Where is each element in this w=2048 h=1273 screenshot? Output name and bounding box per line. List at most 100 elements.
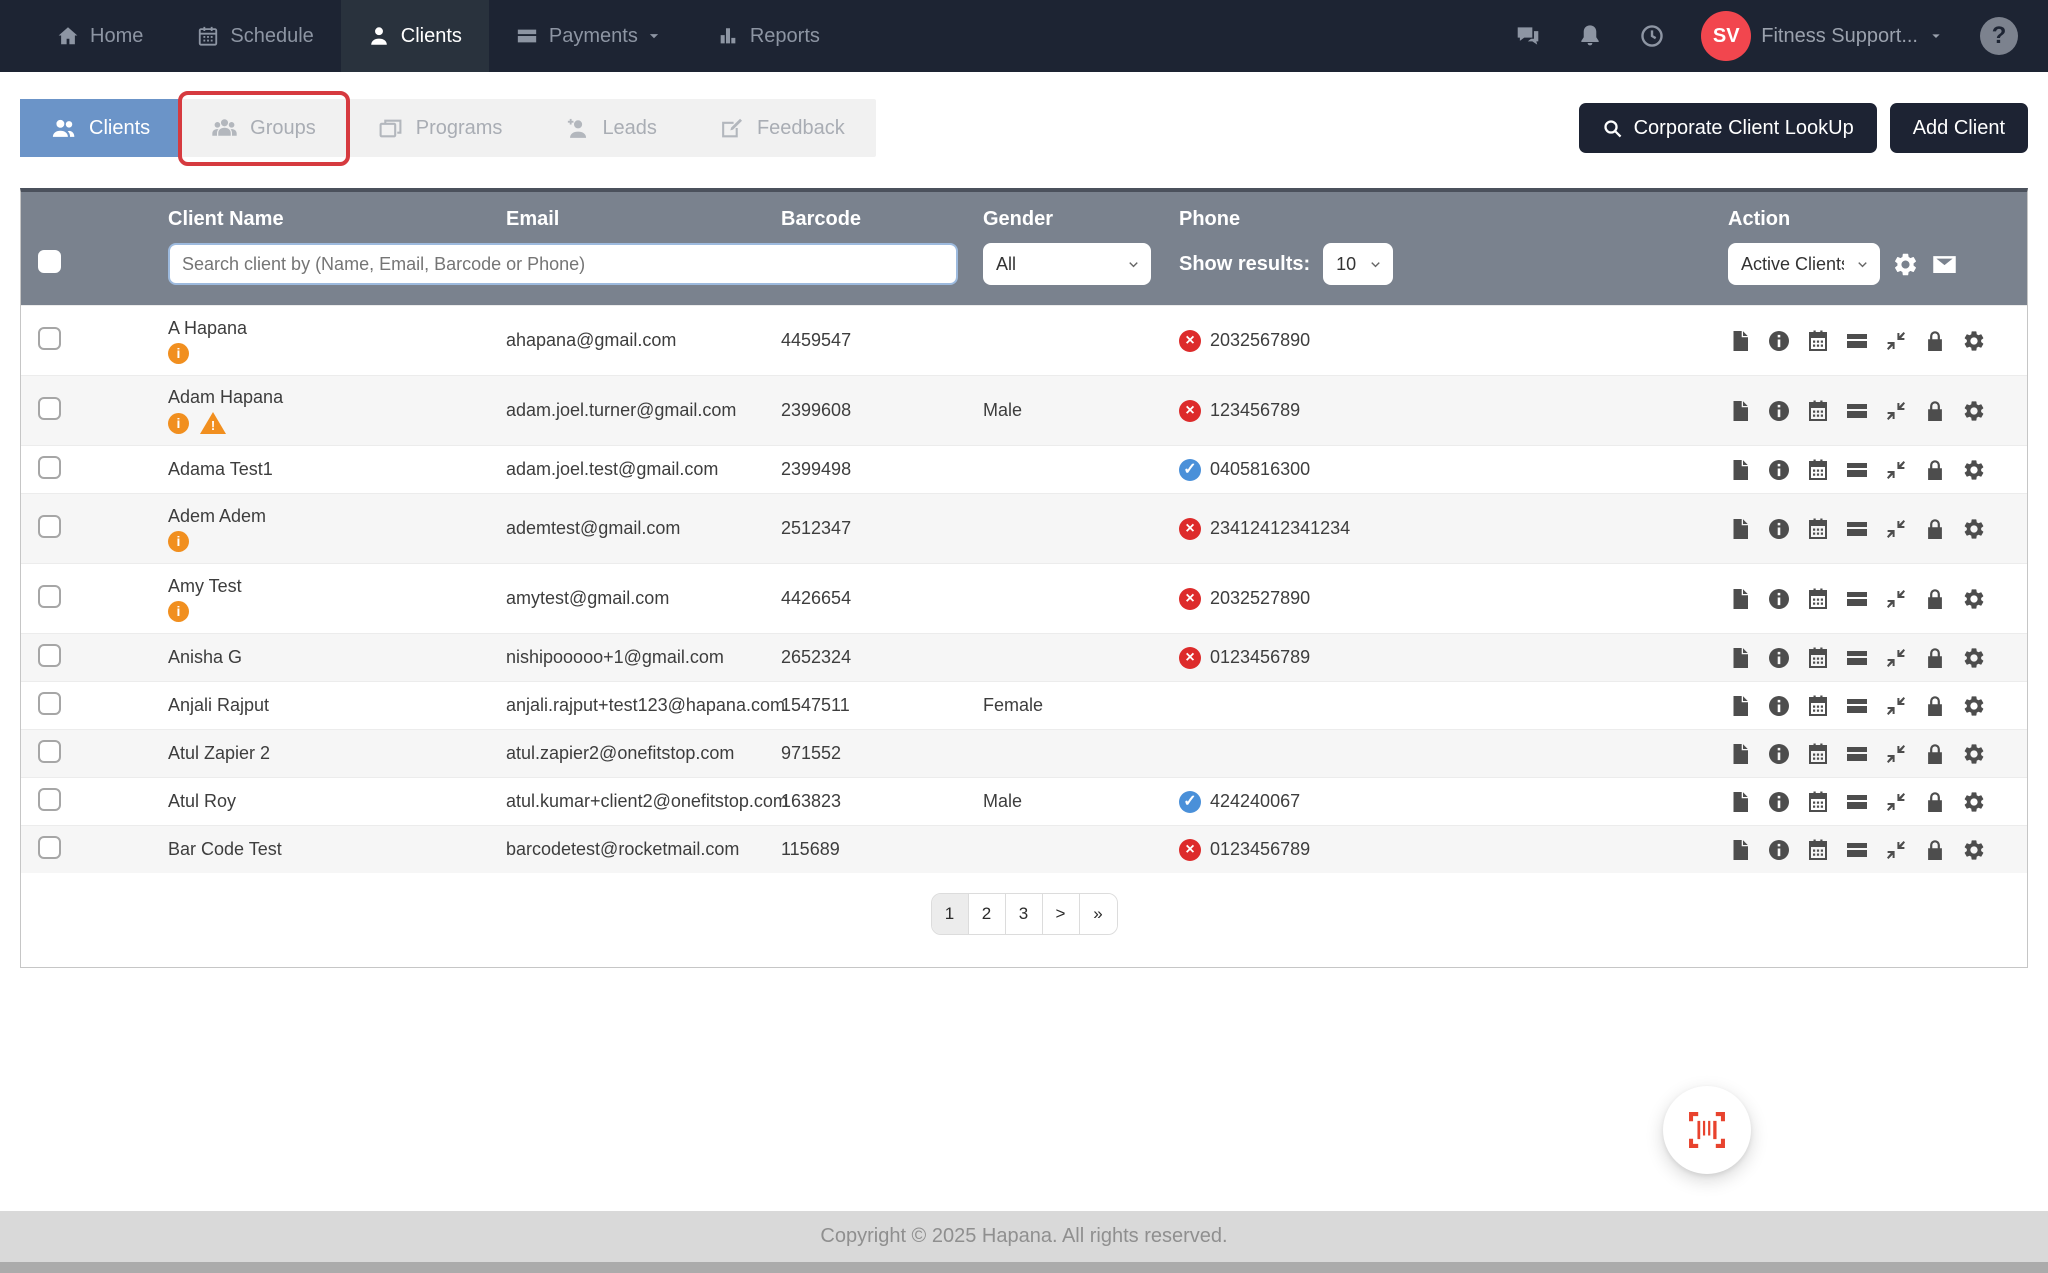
card-icon[interactable] [1845, 329, 1869, 353]
client-name[interactable]: Anisha G [168, 647, 242, 668]
calendar-icon[interactable] [1806, 399, 1830, 423]
help-icon[interactable]: ? [1980, 17, 2018, 55]
client-name[interactable]: Adama Test1 [168, 459, 273, 480]
info-circle-icon[interactable] [1767, 694, 1791, 718]
row-checkbox[interactable] [38, 326, 61, 350]
file-icon[interactable] [1728, 742, 1752, 766]
row-checkbox[interactable] [38, 787, 61, 811]
page-button-next[interactable]: > [1042, 894, 1080, 934]
file-icon[interactable] [1728, 329, 1752, 353]
email-envelope-icon[interactable] [1931, 251, 1958, 278]
account-menu[interactable]: SV Fitness Support... [1701, 11, 1944, 61]
lock-icon[interactable] [1923, 790, 1947, 814]
card-icon[interactable] [1845, 742, 1869, 766]
client-name[interactable]: Bar Code Test [168, 839, 282, 860]
calendar-icon[interactable] [1806, 742, 1830, 766]
calendar-icon[interactable] [1806, 694, 1830, 718]
tab-feedback[interactable]: Feedback [688, 99, 876, 157]
chat-icon[interactable] [1515, 23, 1541, 49]
calendar-icon[interactable] [1806, 646, 1830, 670]
row-checkbox[interactable] [38, 584, 61, 608]
compress-icon[interactable] [1884, 587, 1908, 611]
nav-item-reports[interactable]: Reports [690, 0, 847, 72]
client-name[interactable]: Adam Hapana [168, 387, 283, 408]
info-circle-icon[interactable] [1767, 329, 1791, 353]
compress-icon[interactable] [1884, 399, 1908, 423]
row-checkbox[interactable] [38, 514, 61, 538]
nav-item-home[interactable]: Home [30, 0, 170, 72]
gear-icon[interactable] [1962, 399, 1986, 423]
row-checkbox[interactable] [38, 396, 61, 420]
gear-icon[interactable] [1962, 742, 1986, 766]
info-badge-icon[interactable]: i [168, 530, 189, 552]
card-icon[interactable] [1845, 587, 1869, 611]
client-status-filter-select[interactable]: Active Clients [1728, 243, 1880, 285]
gear-icon[interactable] [1962, 517, 1986, 541]
card-icon[interactable] [1845, 399, 1869, 423]
calendar-icon[interactable] [1806, 838, 1830, 862]
file-icon[interactable] [1728, 399, 1752, 423]
compress-icon[interactable] [1884, 742, 1908, 766]
compress-icon[interactable] [1884, 646, 1908, 670]
show-results-select[interactable]: 10 [1323, 243, 1394, 285]
client-name[interactable]: Atul Roy [168, 791, 236, 812]
row-checkbox[interactable] [38, 739, 61, 763]
row-checkbox[interactable] [38, 835, 61, 859]
file-icon[interactable] [1728, 646, 1752, 670]
warning-badge-icon[interactable]: ! [200, 412, 226, 434]
settings-gear-icon[interactable] [1892, 251, 1919, 278]
card-icon[interactable] [1845, 458, 1869, 482]
clock-icon[interactable] [1639, 23, 1665, 49]
info-circle-icon[interactable] [1767, 838, 1791, 862]
page-button-last[interactable]: » [1079, 894, 1117, 934]
info-circle-icon[interactable] [1767, 458, 1791, 482]
notifications-bell-icon[interactable] [1577, 23, 1603, 49]
file-icon[interactable] [1728, 458, 1752, 482]
lock-icon[interactable] [1923, 694, 1947, 718]
info-circle-icon[interactable] [1767, 646, 1791, 670]
row-checkbox[interactable] [38, 691, 61, 715]
card-icon[interactable] [1845, 646, 1869, 670]
client-search-input[interactable] [168, 243, 958, 285]
compress-icon[interactable] [1884, 517, 1908, 541]
gear-icon[interactable] [1962, 646, 1986, 670]
file-icon[interactable] [1728, 790, 1752, 814]
lock-icon[interactable] [1923, 517, 1947, 541]
lock-icon[interactable] [1923, 838, 1947, 862]
gear-icon[interactable] [1962, 587, 1986, 611]
gear-icon[interactable] [1962, 790, 1986, 814]
file-icon[interactable] [1728, 838, 1752, 862]
lock-icon[interactable] [1923, 458, 1947, 482]
lock-icon[interactable] [1923, 646, 1947, 670]
info-circle-icon[interactable] [1767, 587, 1791, 611]
file-icon[interactable] [1728, 694, 1752, 718]
compress-icon[interactable] [1884, 329, 1908, 353]
lock-icon[interactable] [1923, 742, 1947, 766]
nav-item-clients[interactable]: Clients [340, 0, 489, 72]
calendar-icon[interactable] [1806, 517, 1830, 541]
compress-icon[interactable] [1884, 838, 1908, 862]
calendar-icon[interactable] [1806, 587, 1830, 611]
row-checkbox[interactable] [38, 643, 61, 667]
corporate-client-lookup-button[interactable]: Corporate Client LookUp [1578, 103, 1877, 153]
file-icon[interactable] [1728, 517, 1752, 541]
compress-icon[interactable] [1884, 790, 1908, 814]
card-icon[interactable] [1845, 790, 1869, 814]
compress-icon[interactable] [1884, 458, 1908, 482]
info-badge-icon[interactable]: i [168, 600, 189, 622]
calendar-icon[interactable] [1806, 790, 1830, 814]
nav-item-schedule[interactable]: Schedule [170, 0, 340, 72]
tab-leads[interactable]: Leads [533, 99, 688, 157]
gear-icon[interactable] [1962, 329, 1986, 353]
calendar-icon[interactable] [1806, 329, 1830, 353]
select-all-checkbox[interactable] [38, 250, 61, 273]
card-icon[interactable] [1845, 517, 1869, 541]
info-circle-icon[interactable] [1767, 517, 1791, 541]
client-name[interactable]: Adem Adem [168, 506, 266, 527]
info-badge-icon[interactable]: i [168, 412, 189, 434]
gender-filter-select[interactable]: All [983, 243, 1151, 285]
nav-item-payments[interactable]: Payments [489, 0, 690, 72]
lock-icon[interactable] [1923, 399, 1947, 423]
client-name[interactable]: Amy Test [168, 576, 242, 597]
card-icon[interactable] [1845, 838, 1869, 862]
